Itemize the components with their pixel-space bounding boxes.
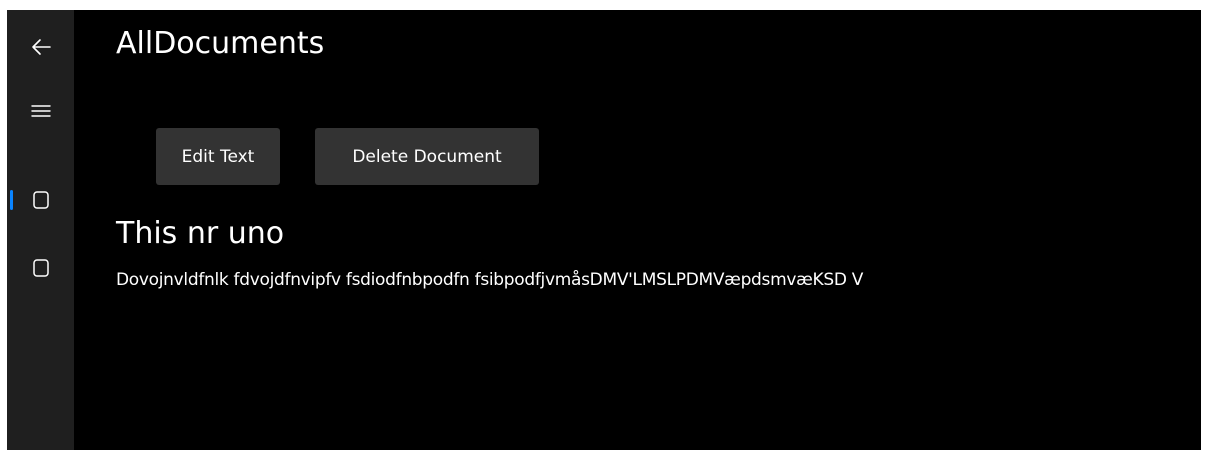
back-button[interactable] xyxy=(7,26,74,68)
edit-text-button[interactable]: Edit Text xyxy=(156,128,280,185)
document-icon xyxy=(32,259,49,277)
selected-indicator xyxy=(10,190,13,210)
document-body: Dovojnvldfnlk fdvojdfnvipfv fsdiodfnbpod… xyxy=(116,270,864,290)
back-arrow-icon xyxy=(31,39,51,55)
nav-item-document-2[interactable] xyxy=(7,247,74,289)
app-window: AllDocuments Edit Text Delete Document T… xyxy=(7,10,1201,450)
menu-button[interactable] xyxy=(7,90,74,132)
hamburger-menu-icon xyxy=(30,105,51,117)
delete-document-button[interactable]: Delete Document xyxy=(315,128,539,185)
navigation-rail xyxy=(7,10,74,450)
document-icon xyxy=(32,191,49,209)
page-title: AllDocuments xyxy=(116,26,325,61)
nav-item-document-1[interactable] xyxy=(7,179,74,221)
document-title: This nr uno xyxy=(116,216,285,251)
